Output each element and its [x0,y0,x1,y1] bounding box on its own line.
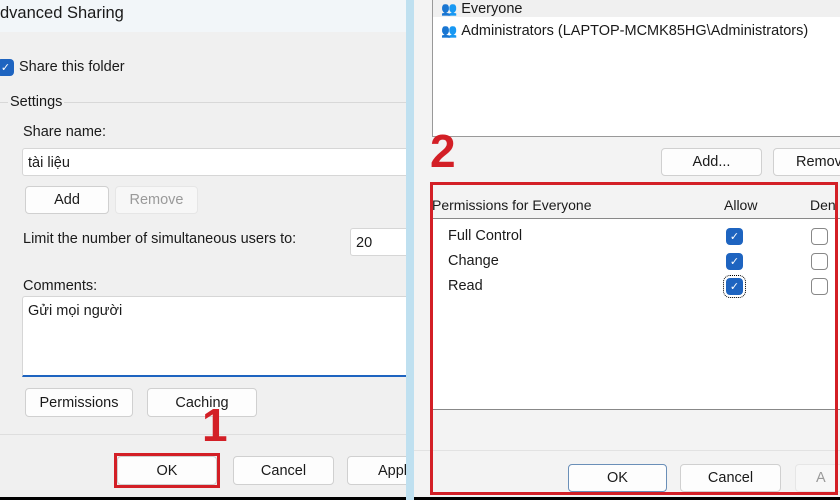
step1-label: 1 [202,399,228,451]
user-list[interactable]: 👥 Everyone 👥 Administrators (LAPTOP-MCMK… [432,0,840,137]
share-name-label: Share name: [23,124,107,140]
dialog-title: dvanced Sharing [0,4,124,22]
window-divider [406,0,414,500]
share-permissions-dialog: 👥 Everyone 👥 Administrators (LAPTOP-MCMK… [414,0,840,497]
advanced-sharing-dialog: dvanced Sharing ✓ Share this folder Sett… [0,0,406,497]
settings-label: Settings [8,94,65,110]
step2-label: 2 [430,125,456,177]
share-folder-label: Share this folder [19,59,125,75]
limit-users-spinner[interactable]: 20 [350,228,406,256]
cancel-button[interactable]: Cancel [233,456,334,485]
user-name: Everyone [461,1,523,17]
add-button[interactable]: Add [25,186,109,214]
limit-users-label: Limit the number of simultaneous users t… [23,231,297,247]
users-icon: 👥 [441,23,458,38]
comments-label: Comments: [23,278,98,294]
user-name: Administrators (LAPTOP-MCMK85HG\Administ… [461,23,809,39]
users-icon: 👥 [441,1,458,16]
share-folder-checkbox[interactable]: ✓ [0,59,14,76]
comments-input[interactable]: Gửi mọi người [22,296,406,377]
list-item[interactable]: 👥 Administrators (LAPTOP-MCMK85HG\Admini… [441,23,808,39]
remove-button[interactable]: Remove [115,186,198,214]
remove-user-button[interactable]: Remov [773,148,840,176]
list-item[interactable]: 👥 Everyone [441,1,522,17]
step1-highlight [114,453,220,488]
step2-highlight [430,182,838,495]
permissions-button[interactable]: Permissions [25,388,133,417]
apply-button[interactable]: Appl [347,456,406,485]
title-bar: dvanced Sharing [0,0,406,32]
share-name-input[interactable]: tài liệu [22,148,406,176]
add-user-button[interactable]: Add... [661,148,762,176]
